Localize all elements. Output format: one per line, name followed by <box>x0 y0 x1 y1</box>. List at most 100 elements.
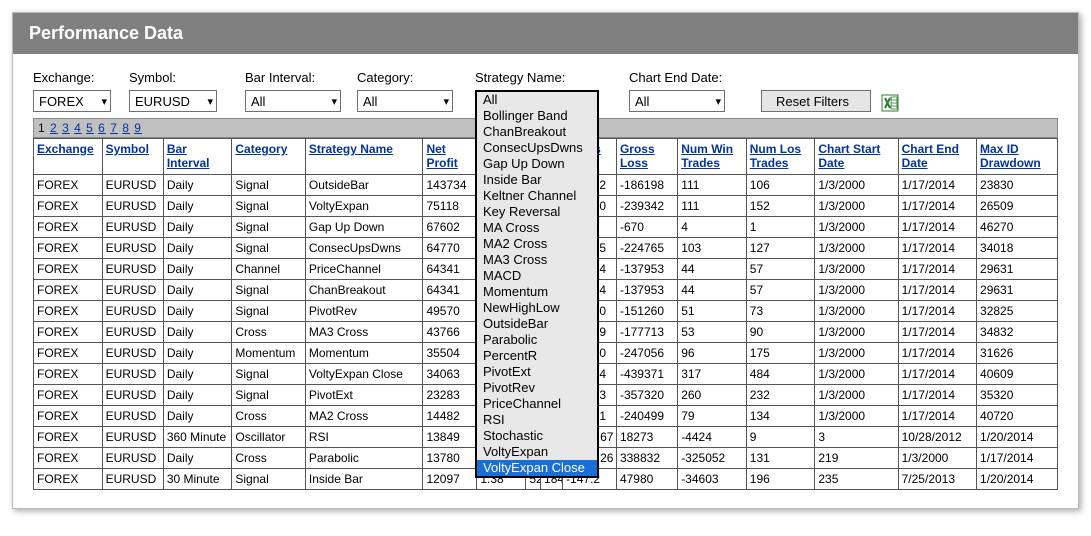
cell: 1/17/2014 <box>898 406 976 427</box>
cell: 360 Minute <box>163 427 232 448</box>
cell: 127 <box>746 238 815 259</box>
strategy-option[interactable]: NewHighLow <box>477 300 597 316</box>
col-header[interactable]: Bar Interval <box>163 139 232 175</box>
col-header[interactable]: Symbol <box>102 139 163 175</box>
cell: FOREX <box>34 448 103 469</box>
exchange-select[interactable]: FOREX ▾ <box>33 90 111 112</box>
col-header[interactable]: Chart End Date <box>898 139 976 175</box>
cell: FOREX <box>34 259 103 280</box>
col-header[interactable]: Num Win Trades <box>678 139 747 175</box>
page-current: 1 <box>38 121 46 135</box>
cell: Signal <box>232 469 305 490</box>
chevron-down-icon: ▾ <box>443 95 449 108</box>
cell: 35320 <box>977 385 1058 406</box>
col-header[interactable]: Category <box>232 139 305 175</box>
page-link[interactable]: 7 <box>110 121 118 135</box>
strategy-option[interactable]: Stochastic <box>477 428 597 444</box>
cell: Daily <box>163 385 232 406</box>
bar-interval-select[interactable]: All ▾ <box>245 90 341 112</box>
col-header[interactable]: Num Los Trades <box>746 139 815 175</box>
cell: -137953 <box>616 280 677 301</box>
page-link[interactable]: 6 <box>98 121 106 135</box>
cell: 57 <box>746 280 815 301</box>
chart-end-select[interactable]: All ▾ <box>629 90 725 112</box>
strategy-option[interactable]: MACD <box>477 268 597 284</box>
strategy-option[interactable]: PercentR <box>477 348 597 364</box>
cell: 13849 <box>423 427 477 448</box>
strategy-dropdown[interactable]: AllBollinger BandChanBreakoutConsecUpsDw… <box>475 90 599 478</box>
cell: EURUSD <box>102 301 163 322</box>
cell: Daily <box>163 322 232 343</box>
strategy-option[interactable]: VoltyExpan Close <box>477 460 597 476</box>
cell: EURUSD <box>102 322 163 343</box>
filter-symbol: Symbol: EURUSD ▾ <box>129 70 245 112</box>
reset-filters-button[interactable]: Reset Filters <box>761 90 871 112</box>
col-header[interactable]: Net Profit <box>423 139 477 175</box>
cell: -224765 <box>616 238 677 259</box>
symbol-select[interactable]: EURUSD ▾ <box>129 90 217 112</box>
cell: Signal <box>232 196 305 217</box>
strategy-option[interactable]: VoltyExpan <box>477 444 597 460</box>
cell: Signal <box>232 217 305 238</box>
strategy-option[interactable]: ConsecUpsDwns <box>477 140 597 156</box>
filter-category-label: Category: <box>357 70 475 85</box>
strategy-option[interactable]: Keltner Channel <box>477 188 597 204</box>
category-select[interactable]: All ▾ <box>357 90 453 112</box>
cell: -325052 <box>678 448 747 469</box>
cell: 338832 <box>616 448 677 469</box>
strategy-option[interactable]: RSI <box>477 412 597 428</box>
cell: 219 <box>815 448 898 469</box>
cell: 196 <box>746 469 815 490</box>
strategy-option[interactable]: MA3 Cross <box>477 252 597 268</box>
cell: FOREX <box>34 196 103 217</box>
col-header[interactable]: Max ID Drawdown <box>977 139 1058 175</box>
filter-bar-interval: Bar Interval: All ▾ <box>245 70 357 112</box>
col-header[interactable]: Chart Start Date <box>815 139 898 175</box>
cell: ChanBreakout <box>305 280 423 301</box>
cell: EURUSD <box>102 406 163 427</box>
cell: Oscillator <box>232 427 305 448</box>
strategy-option[interactable]: Bollinger Band <box>477 108 597 124</box>
filter-chartend-label: Chart End Date: <box>629 70 761 85</box>
strategy-option[interactable]: Gap Up Down <box>477 156 597 172</box>
strategy-option[interactable]: ChanBreakout <box>477 124 597 140</box>
cell: 30 Minute <box>163 469 232 490</box>
page-link[interactable]: 3 <box>62 121 70 135</box>
strategy-option[interactable]: Inside Bar <box>477 172 597 188</box>
strategy-option[interactable]: OutsideBar <box>477 316 597 332</box>
col-header[interactable]: Gross Loss <box>616 139 677 175</box>
strategy-option[interactable]: PivotExt <box>477 364 597 380</box>
col-header[interactable]: Strategy Name <box>305 139 423 175</box>
cell: Signal <box>232 364 305 385</box>
strategy-option[interactable]: PivotRev <box>477 380 597 396</box>
filter-exchange-label: Exchange: <box>33 70 129 85</box>
panel-content: Exchange: FOREX ▾ Symbol: EURUSD ▾ Bar I… <box>13 54 1078 508</box>
cell: OutsideBar <box>305 175 423 196</box>
page-link[interactable]: 9 <box>134 121 142 135</box>
cell: 111 <box>678 175 747 196</box>
page-link[interactable]: 5 <box>86 121 94 135</box>
export-excel[interactable] <box>871 70 899 112</box>
cell: 235 <box>815 469 898 490</box>
strategy-option[interactable]: MA Cross <box>477 220 597 236</box>
cell: 4 <box>678 217 747 238</box>
page-link[interactable]: 4 <box>74 121 82 135</box>
strategy-option[interactable]: All <box>477 92 597 108</box>
cell: 90 <box>746 322 815 343</box>
cell: 131 <box>746 448 815 469</box>
page-link[interactable]: 2 <box>50 121 58 135</box>
page-link[interactable]: 8 <box>122 121 130 135</box>
cell: 64341 <box>423 259 477 280</box>
strategy-option[interactable]: Momentum <box>477 284 597 300</box>
cell: 1/3/2000 <box>815 238 898 259</box>
cell: 18273 <box>616 427 677 448</box>
strategy-option[interactable]: MA2 Cross <box>477 236 597 252</box>
cell: Signal <box>232 238 305 259</box>
strategy-option[interactable]: Key Reversal <box>477 204 597 220</box>
strategy-option[interactable]: Parabolic <box>477 332 597 348</box>
cell: PivotRev <box>305 301 423 322</box>
cell: 57 <box>746 259 815 280</box>
strategy-option[interactable]: PriceChannel <box>477 396 597 412</box>
col-header[interactable]: Exchange <box>34 139 103 175</box>
cell: Parabolic <box>305 448 423 469</box>
